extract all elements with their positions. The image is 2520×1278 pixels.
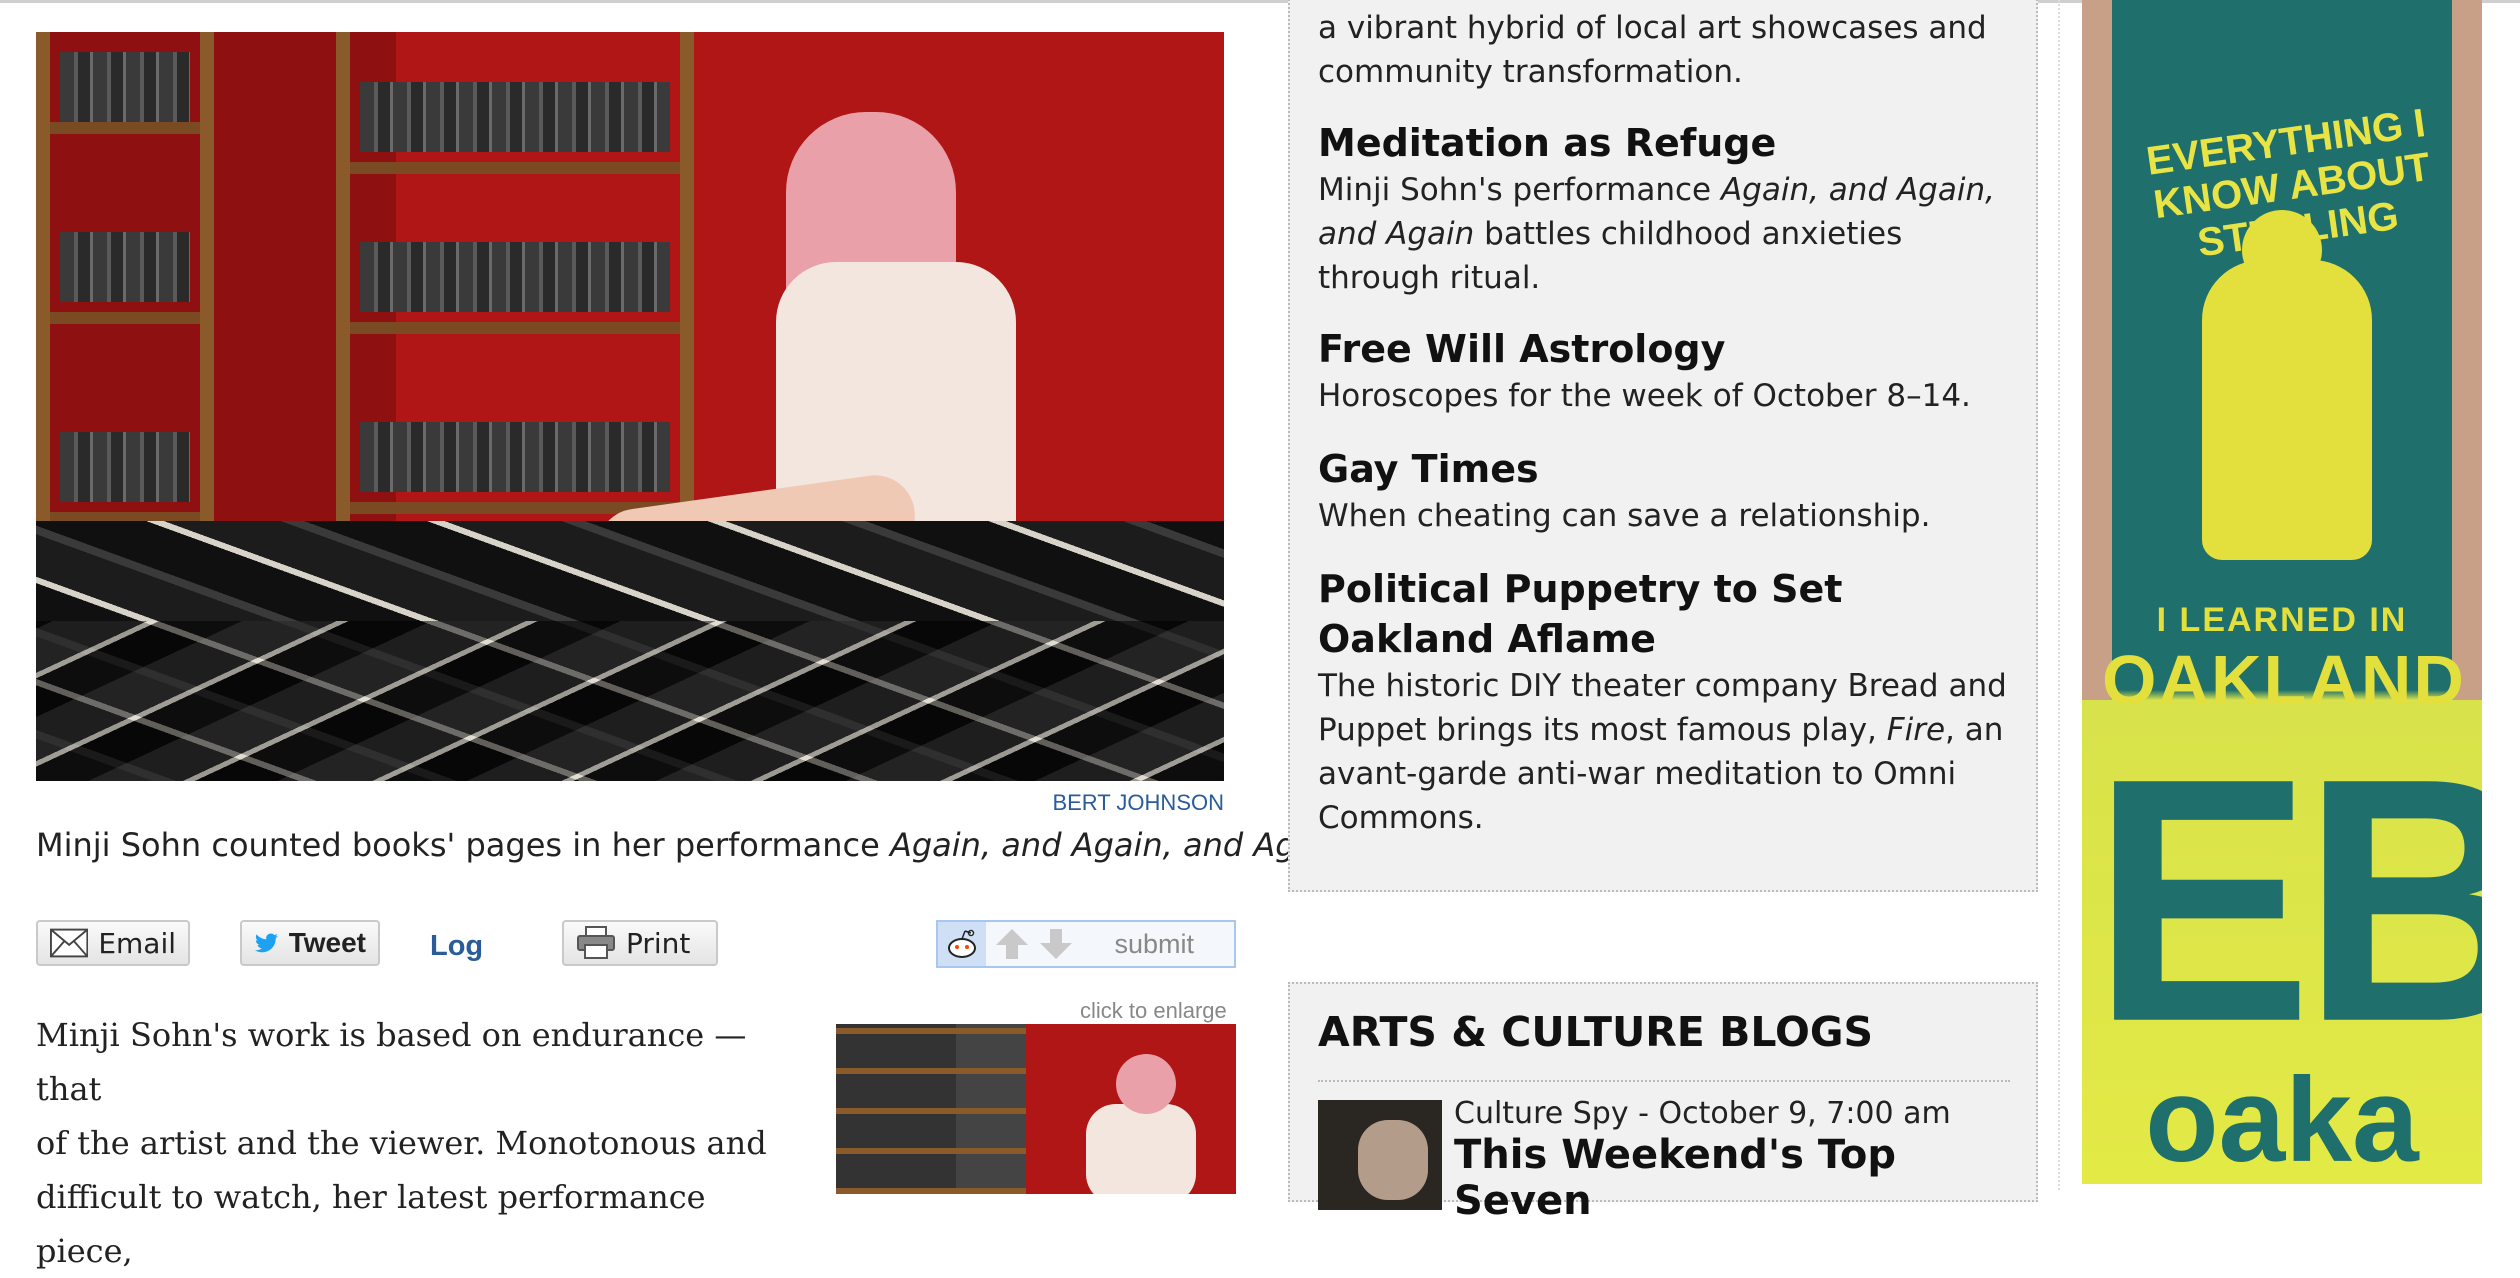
- print-button[interactable]: Print: [562, 920, 718, 966]
- photo-credit: BERT JOHNSON: [1052, 790, 1224, 815]
- related-item[interactable]: Meditation as Refuge Minji Sohn's perfor…: [1318, 118, 2018, 300]
- related-item[interactable]: Free Will Astrology Horoscopes for the w…: [1318, 324, 2018, 418]
- ad-brand-big: EBX: [2092, 705, 2482, 1094]
- related-item-title[interactable]: Gay Times: [1318, 444, 2018, 494]
- enlarge-thumbnail[interactable]: [836, 1024, 1236, 1194]
- reddit-submit-link[interactable]: submit: [1114, 929, 1194, 960]
- reddit-alien-icon[interactable]: [938, 922, 986, 966]
- log-link[interactable]: Log: [430, 930, 483, 963]
- envelope-icon: [50, 928, 89, 958]
- column-divider: [2058, 0, 2060, 1190]
- related-item-title[interactable]: Meditation as Refuge: [1318, 118, 2018, 168]
- print-label: Print: [626, 926, 691, 960]
- related-item-desc: The historic DIY theater company Bread a…: [1318, 668, 2007, 836]
- related-item-desc: Horoscopes for the week of October 8–14.: [1318, 378, 1971, 414]
- body-line: Minji Sohn's work is based on endurance …: [36, 1016, 747, 1108]
- related-item-fragment: a vibrant hybrid of local art showcases …: [1318, 6, 2018, 94]
- photo-caption: Minji Sohn counted books' pages in her p…: [36, 826, 1355, 864]
- photo-floor-books-overlay: [36, 621, 1224, 781]
- article-photo[interactable]: [36, 32, 1224, 781]
- ad-arm-right: [2452, 0, 2482, 700]
- blogs-heading: ARTS & CULTURE BLOGS: [1318, 1008, 1874, 1056]
- related-item[interactable]: Political Puppetry to Set Oakland Aflame…: [1318, 564, 2018, 840]
- related-item[interactable]: Gay Times When cheating can save a relat…: [1318, 444, 2018, 538]
- article-body: Minji Sohn's work is based on endurance …: [36, 1008, 796, 1278]
- related-item-title[interactable]: Free Will Astrology: [1318, 324, 2018, 374]
- email-label: Email: [98, 926, 176, 960]
- blogs-box: ARTS & CULTURE BLOGS Culture Spy - Octob…: [1288, 982, 2038, 1224]
- blog-meta: Culture Spy - October 9, 7:00 am: [1454, 1096, 1951, 1131]
- blog-headline[interactable]: This Weekend's Top Seven: [1454, 1132, 2036, 1224]
- blogs-divider: [1318, 1080, 2010, 1082]
- click-to-enlarge-label[interactable]: click to enlarge: [1080, 998, 1227, 1024]
- ad-player-figure: [2202, 260, 2372, 560]
- printer-icon: [577, 926, 615, 959]
- ad-brand-small: oaka: [2145, 1053, 2419, 1184]
- ad-shirt-city: I LEARNED IN OAKLAND: [2102, 601, 2466, 719]
- upvote-arrow-icon[interactable]: [994, 927, 1030, 961]
- related-item-desc: When cheating can save a relationship.: [1318, 498, 1931, 534]
- reddit-widget[interactable]: submit: [936, 920, 1236, 968]
- downvote-arrow-icon[interactable]: [1038, 927, 1074, 961]
- email-button[interactable]: Email: [36, 920, 190, 966]
- related-item-fragment-text: a vibrant hybrid of local art showcases …: [1318, 10, 1987, 90]
- related-stories-box: a vibrant hybrid of local art showcases …: [1288, 0, 2038, 892]
- advertisement[interactable]: EVERYTHING I KNOW ABOUT STEALING I LEARN…: [2082, 0, 2482, 1184]
- tweet-label: Tweet: [288, 927, 366, 958]
- tweet-button[interactable]: Tweet: [240, 920, 380, 966]
- blog-thumbnail[interactable]: [1318, 1100, 1442, 1210]
- twitter-bird-icon: [254, 933, 278, 953]
- body-line: difficult to watch, her latest performan…: [36, 1178, 706, 1270]
- body-line: of the artist and the viewer. Monotonous…: [36, 1124, 767, 1162]
- related-item-title[interactable]: Political Puppetry to Set Oakland Aflame: [1318, 564, 2018, 664]
- ad-shirt-text2: I LEARNED IN: [2156, 601, 2408, 639]
- ad-arm-left: [2082, 0, 2112, 700]
- related-item-desc: Minji Sohn's performance Again, and Agai…: [1318, 172, 1995, 296]
